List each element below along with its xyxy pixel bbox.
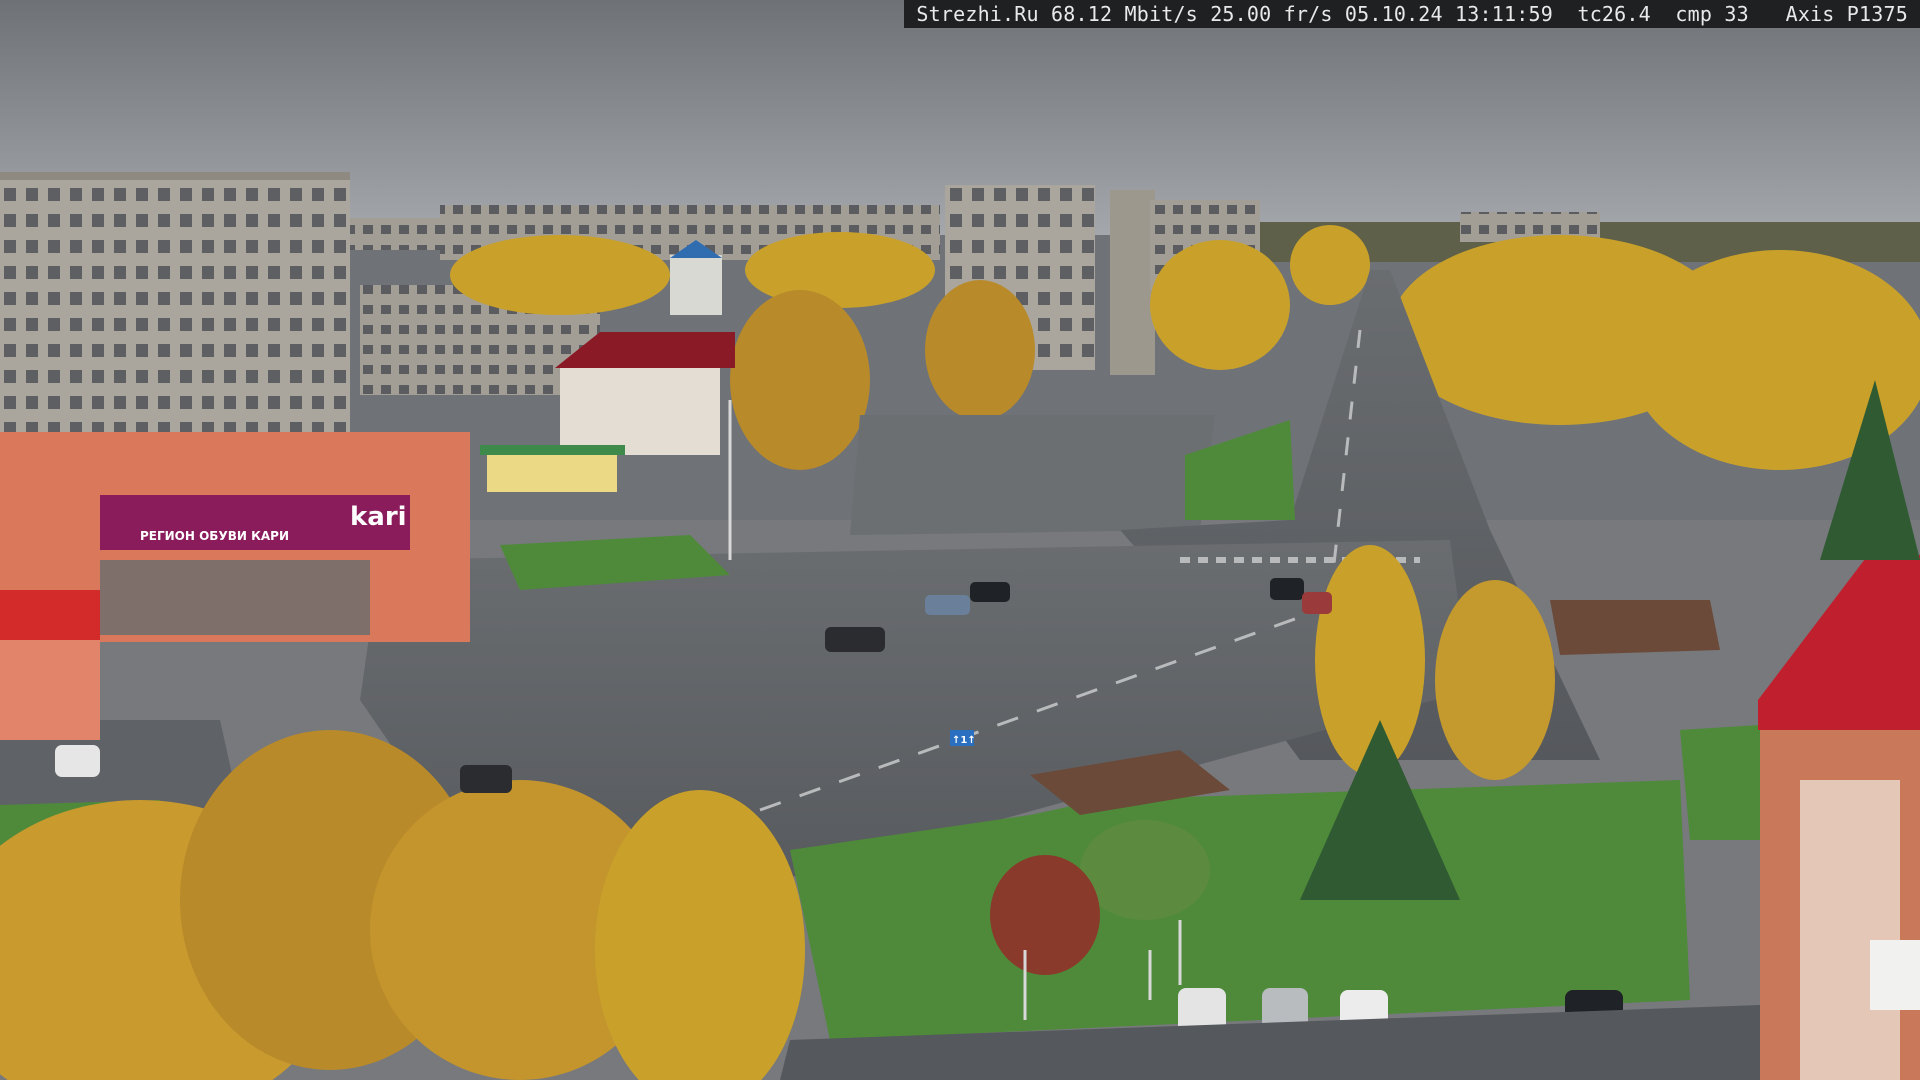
camera-overlay-bar: Strezhi.Ru 68.12 Mbit/s 25.00 fr/s 05.10… <box>904 0 1920 28</box>
red-roof-house <box>555 332 735 455</box>
store-subtitle: РЕГИОН ОБУВИ КАРИ <box>140 529 289 543</box>
overlay-framerate: 25.00 fr/s <box>1210 2 1333 26</box>
overlay-site: Strezhi.Ru <box>916 2 1039 26</box>
overlay-tc: tc26.4 <box>1577 2 1651 26</box>
plaza <box>850 415 1215 535</box>
overlay-bitrate: 68.12 Mbit/s <box>1051 2 1198 26</box>
overlay-camera-model: Axis P1375 <box>1785 2 1908 26</box>
overlay-cmp: cmp 33 <box>1675 2 1749 26</box>
store-logo: kari <box>350 502 407 532</box>
overlay-datetime: 05.10.24 13:11:59 <box>1344 2 1553 26</box>
kiosk <box>487 450 617 492</box>
street-sign-text: ↑1↑ <box>952 735 976 746</box>
webcam-scene: kari РЕГИОН ОБУВИ КАРИ ↑1↑ <box>0 0 1920 1080</box>
